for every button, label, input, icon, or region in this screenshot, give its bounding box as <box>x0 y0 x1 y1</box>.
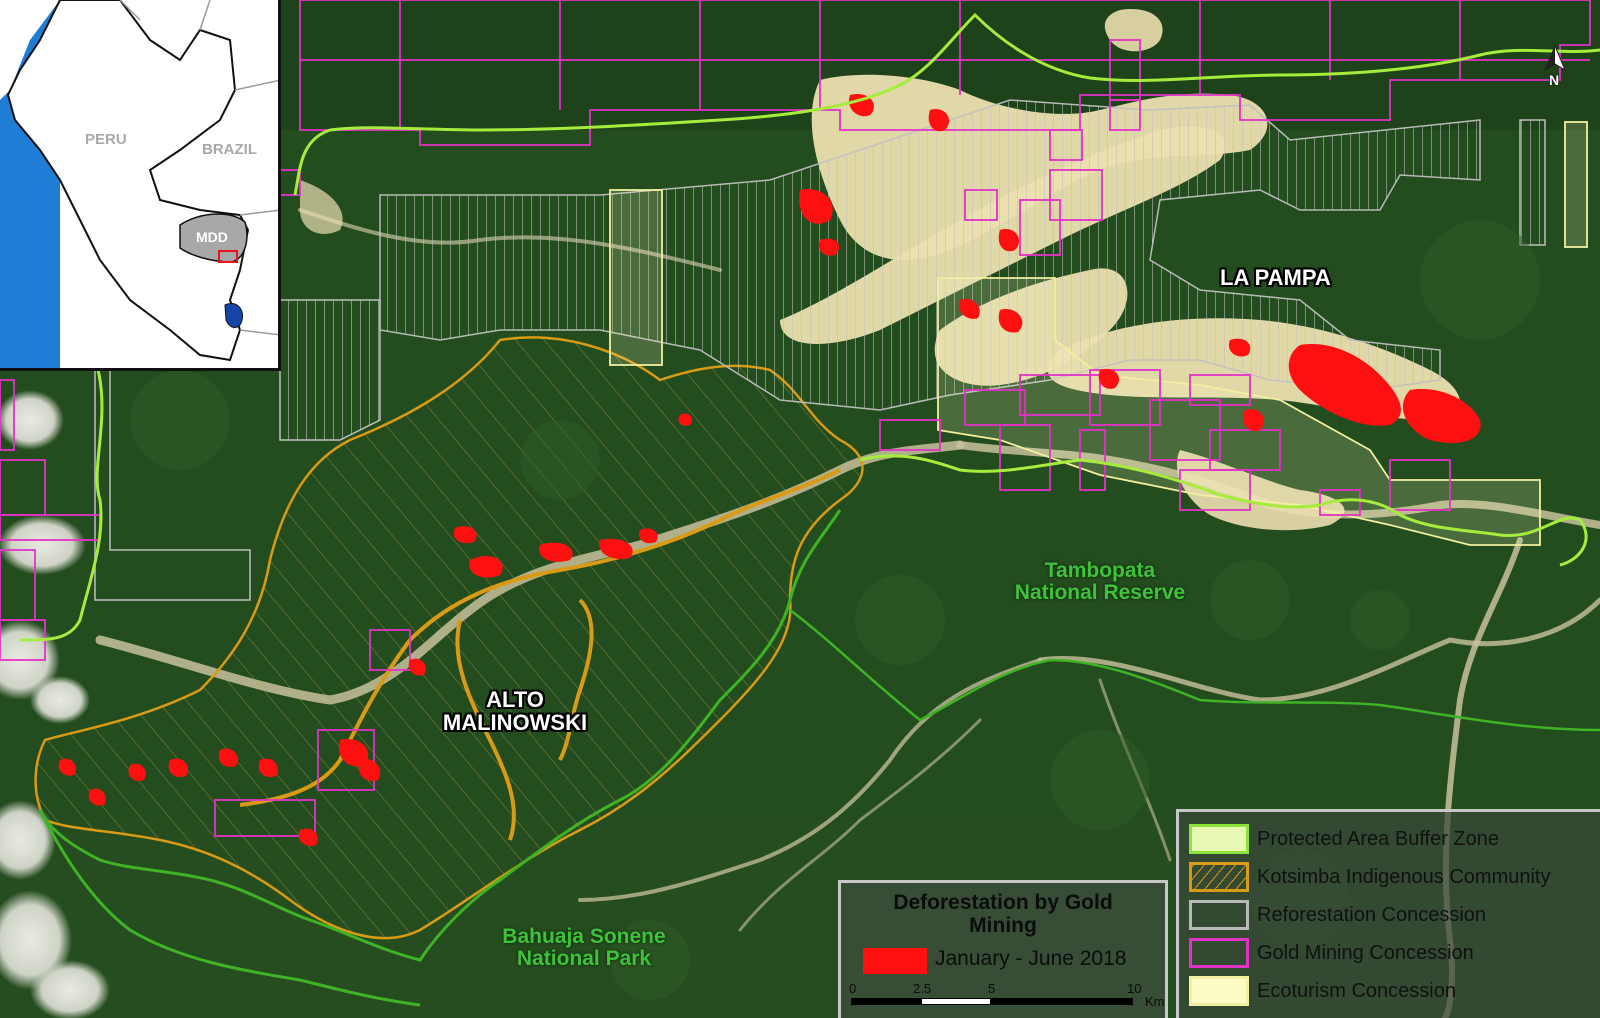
scale-unit: Km <box>1145 994 1165 1009</box>
deforestation-legend-title: Deforestation by Gold Mining <box>841 891 1165 937</box>
legend-swatch <box>1189 824 1249 854</box>
scale-bar: 0 2.5 5 10 Km <box>849 981 1165 1017</box>
inset-label-brazil: BRAZIL <box>202 141 257 158</box>
label-bahuaja: Bahuaja Sonene National Park <box>484 925 684 971</box>
inset-map-shapes <box>0 0 278 368</box>
legend-item: Protected Area Buffer Zone <box>1189 820 1600 858</box>
legend-item: Reforestation Concession <box>1189 896 1600 934</box>
scale-tick-10: 10 <box>1127 981 1142 996</box>
legend-item: Ecoturism Concession <box>1189 972 1600 1010</box>
legend-swatch <box>1189 938 1249 968</box>
label-la-pampa: LA PAMPA <box>1220 265 1331 290</box>
legend-swatch <box>1189 862 1249 892</box>
scale-seg-1 <box>851 998 921 1005</box>
legend-label: Reforestation Concession <box>1257 903 1487 926</box>
scale-tick-2-5: 2.5 <box>913 981 932 996</box>
scale-tick-0: 0 <box>849 981 857 996</box>
deforestation-title-line2: Mining <box>969 914 1037 938</box>
legend-label: Protected Area Buffer Zone <box>1257 827 1500 850</box>
north-arrow-icon: N <box>1540 44 1570 94</box>
inset-map: PERU BRAZIL MDD <box>0 0 281 371</box>
legend-item: Kotsimba Indigenous Community <box>1189 858 1600 896</box>
label-bahuaja-line2: National Park <box>516 947 652 971</box>
lake-titicaca <box>224 303 244 328</box>
map-canvas: LA PAMPA ALTO MALINOWSKI Tambopata Natio… <box>0 0 1600 1018</box>
deforestation-legend: Deforestation by Gold Mining January - J… <box>838 880 1168 1018</box>
legend-swatch <box>1189 900 1249 930</box>
label-alto-malinowski: ALTO MALINOWSKI <box>430 688 600 734</box>
label-bahuaja-line1: Bahuaja Sonene <box>502 925 666 948</box>
deforestation-period: January - June 2018 <box>935 947 1127 970</box>
scale-seg-3 <box>991 998 1133 1005</box>
label-tambopata: Tambopata National Reserve <box>990 559 1210 605</box>
inset-label-mdd: MDD <box>196 229 228 245</box>
deforestation-title-line1: Deforestation by Gold <box>893 891 1113 914</box>
north-arrow-label: N <box>1549 72 1560 88</box>
label-tambopata-line1: Tambopata <box>1044 559 1156 582</box>
inset-label-peru: PERU <box>85 131 127 148</box>
legend-label: Ecoturism Concession <box>1257 979 1456 1002</box>
label-alto-malinowski-line2: MALINOWSKI <box>442 710 588 736</box>
legend-item: Gold Mining Concession <box>1189 934 1600 972</box>
legend-label: Kotsimba Indigenous Community <box>1257 865 1551 888</box>
scale-seg-2 <box>921 998 991 1005</box>
label-alto-malinowski-line1: ALTO <box>486 687 544 712</box>
layer-legend: Protected Area Buffer Zone Kotsimba Indig… <box>1176 809 1600 1018</box>
deforestation-swatch <box>863 948 927 974</box>
legend-swatch <box>1189 976 1249 1006</box>
scale-tick-5: 5 <box>988 981 996 996</box>
label-tambopata-line2: National Reserve <box>1014 581 1186 605</box>
legend-label: Gold Mining Concession <box>1257 941 1474 964</box>
